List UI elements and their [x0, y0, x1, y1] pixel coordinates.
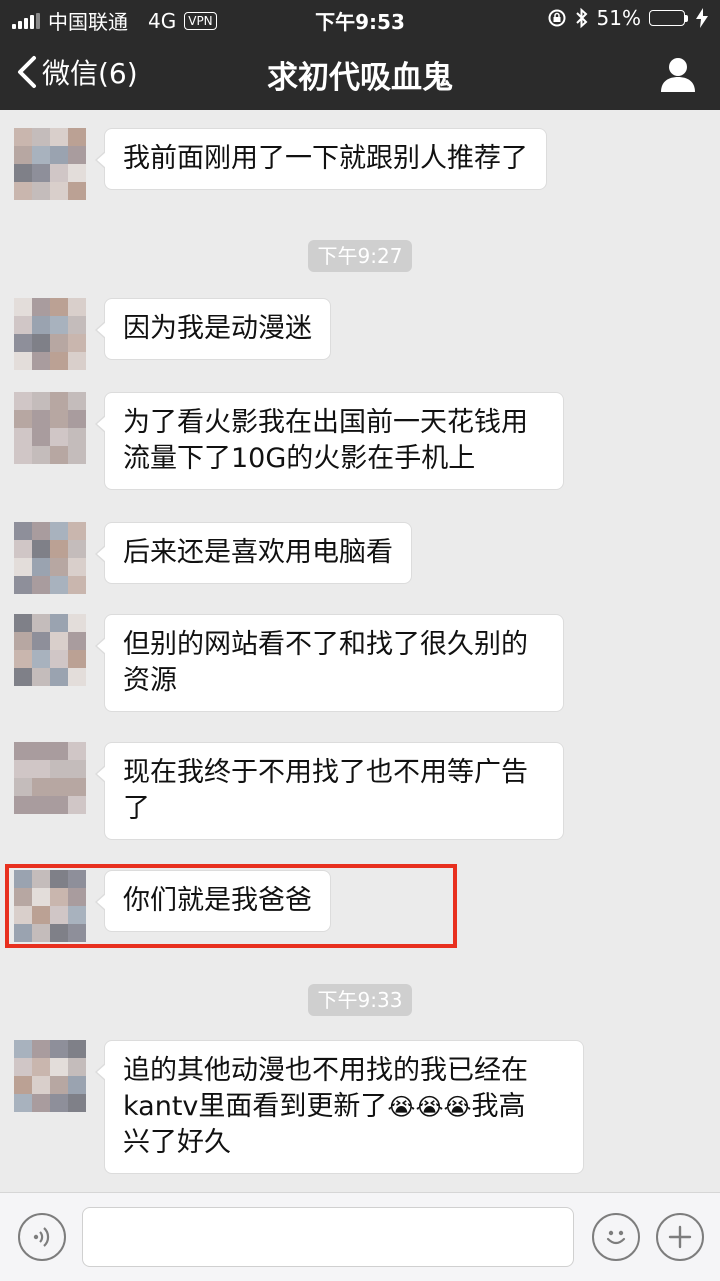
- more-button[interactable]: [656, 1213, 704, 1261]
- avatar[interactable]: [14, 870, 86, 942]
- rotation-lock-icon: [548, 9, 566, 27]
- message-input[interactable]: [82, 1207, 574, 1267]
- message-row: 因为我是动漫迷: [14, 298, 331, 370]
- battery-icon: [649, 10, 688, 26]
- avatar[interactable]: [14, 298, 86, 370]
- crying-emoji: 😭: [443, 1093, 472, 1121]
- message-row: 追的其他动漫也不用找的我已经在 kantv里面看到更新了😭😭😭我高 兴了好久: [14, 1040, 584, 1174]
- message-text-line: 资源: [123, 665, 177, 696]
- avatar[interactable]: [14, 128, 86, 200]
- bluetooth-icon: [575, 7, 588, 29]
- message-bubble[interactable]: 我前面刚用了一下就跟别人推荐了: [95, 128, 547, 190]
- voice-icon: [33, 1227, 50, 1247]
- smiley-icon: [606, 1230, 626, 1245]
- message-text-line: 兴了好久: [123, 1127, 231, 1158]
- message-row: 后来还是喜欢用电脑看: [14, 522, 412, 594]
- top-bar: 中国联通 4G VPN 下午9:53 51% 微信(6) 求初代吸血鬼: [0, 0, 720, 110]
- avatar[interactable]: [14, 522, 86, 594]
- message-text-line: 我高: [471, 1091, 526, 1122]
- message-text-line: 流量下了10G的火影在手机上: [123, 443, 476, 474]
- input-bar: [0, 1192, 720, 1281]
- voice-button[interactable]: [18, 1213, 66, 1261]
- chat-title: 求初代吸血鬼: [267, 60, 453, 96]
- crying-emoji: 😭: [387, 1093, 416, 1121]
- avatar[interactable]: [14, 742, 86, 814]
- message-text: 你们就是我爸爸: [123, 885, 312, 916]
- timestamp-divider: 下午9:27: [0, 240, 720, 272]
- message-text: 我前面刚用了一下就跟别人推荐了: [123, 143, 528, 174]
- nav-bar: 微信(6) 求初代吸血鬼: [0, 40, 720, 108]
- message-bubble[interactable]: 追的其他动漫也不用找的我已经在 kantv里面看到更新了😭😭😭我高 兴了好久: [95, 1040, 584, 1174]
- emoji-button[interactable]: [592, 1213, 640, 1261]
- message-text-line: 追的其他动漫也不用找的我已经在: [123, 1055, 528, 1086]
- message-row: 但别的网站看不了和找了很久别的 资源: [14, 614, 564, 712]
- message-bubble[interactable]: 现在我终于不用找了也不用等广告 了: [95, 742, 564, 840]
- timestamp-label: 下午9:27: [307, 240, 413, 272]
- chat-area[interactable]: 我前面刚用了一下就跟别人推荐了 下午9:27 因为我是动漫迷 为了看火影我在出国…: [0, 110, 720, 1192]
- battery-percent: 51%: [596, 6, 641, 30]
- message-text-line: 为了看火影我在出国前一天花钱用: [123, 407, 528, 438]
- status-bar: 中国联通 4G VPN 下午9:53 51%: [0, 0, 720, 36]
- message-bubble[interactable]: 你们就是我爸爸: [95, 870, 331, 932]
- message-bubble[interactable]: 后来还是喜欢用电脑看: [95, 522, 412, 584]
- message-text: 后来还是喜欢用电脑看: [123, 537, 393, 568]
- status-right: 51%: [547, 6, 708, 30]
- message-bubble[interactable]: 因为我是动漫迷: [95, 298, 331, 360]
- message-row: 我前面刚用了一下就跟别人推荐了: [14, 128, 547, 200]
- message-text-line: 了: [123, 793, 150, 824]
- message-text-line: 但别的网站看不了和找了很久别的: [123, 629, 528, 660]
- timestamp-divider: 下午9:33: [0, 984, 720, 1016]
- crying-emoji: 😭: [415, 1093, 444, 1121]
- charging-icon: [696, 8, 708, 28]
- avatar[interactable]: [14, 614, 86, 686]
- message-row: 你们就是我爸爸: [14, 870, 331, 942]
- message-bubble[interactable]: 但别的网站看不了和找了很久别的 资源: [95, 614, 564, 712]
- message-text: 因为我是动漫迷: [123, 313, 312, 344]
- message-row: 现在我终于不用找了也不用等广告 了: [14, 742, 564, 840]
- avatar[interactable]: [14, 1040, 86, 1112]
- message-row: 为了看火影我在出国前一天花钱用 流量下了10G的火影在手机上: [14, 392, 564, 490]
- message-text-line: kantv里面看到更新了: [123, 1091, 388, 1122]
- avatar[interactable]: [14, 392, 86, 464]
- plus-icon: [668, 1225, 692, 1249]
- message-bubble[interactable]: 为了看火影我在出国前一天花钱用 流量下了10G的火影在手机上: [95, 392, 564, 490]
- person-icon[interactable]: [658, 54, 698, 94]
- message-text-line: 现在我终于不用找了也不用等广告: [123, 757, 528, 788]
- timestamp-label: 下午9:33: [307, 984, 413, 1016]
